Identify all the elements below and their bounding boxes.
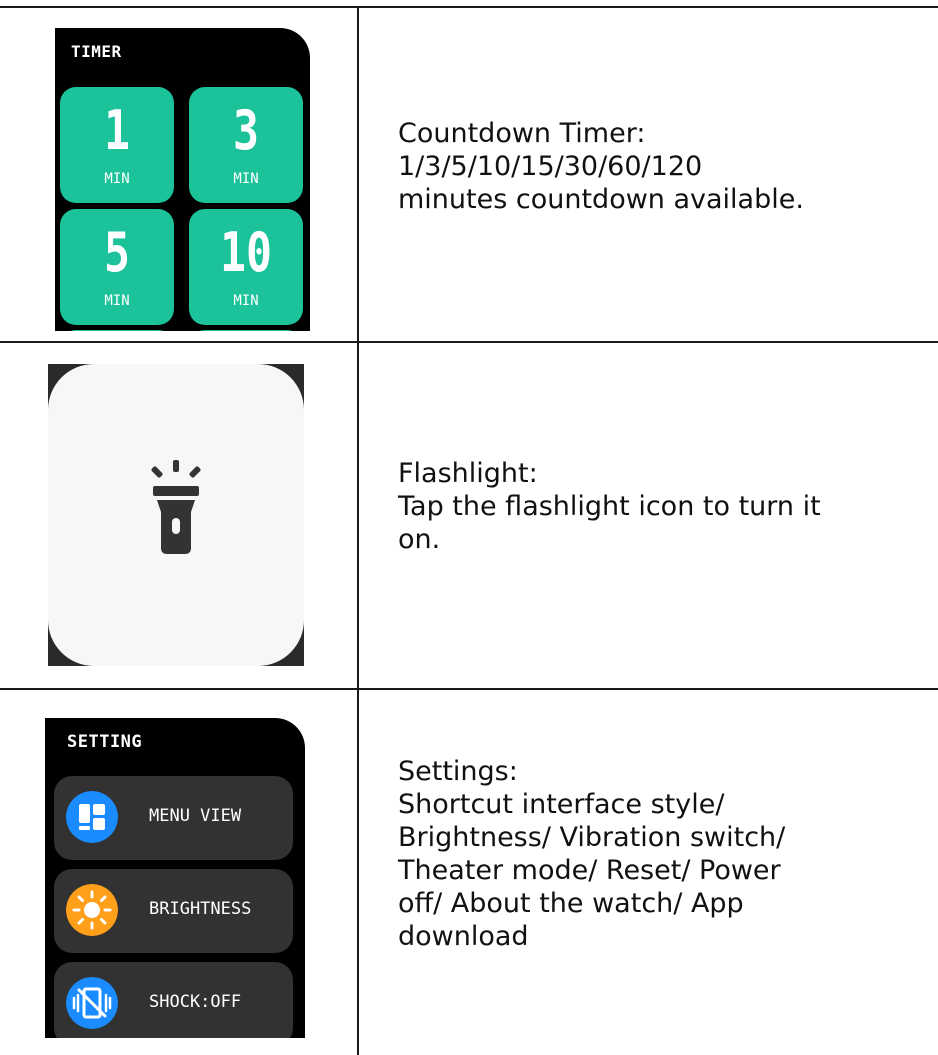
settings-description: Settings: Shortcut interface style/ Brig… xyxy=(398,755,785,953)
table-border-top xyxy=(0,6,938,8)
menu-view-icon xyxy=(66,791,118,843)
tile-unit: MIN xyxy=(104,293,130,309)
description-line: on. xyxy=(398,524,441,555)
table-divider xyxy=(0,688,938,690)
tile-unit: MIN xyxy=(104,171,130,187)
tile-value: 1 xyxy=(103,99,130,162)
timer-tile-3[interactable]: 3 MIN xyxy=(189,87,303,203)
table-divider xyxy=(0,341,938,343)
description-line: Settings: xyxy=(398,756,518,787)
description-line: Countdown Timer: xyxy=(398,118,646,149)
description-line: 1/3/5/10/15/30/60/120 xyxy=(398,151,703,182)
timer-screen: TIMER 1 MIN 3 MIN 5 MIN 10 MIN xyxy=(55,28,310,331)
flashlight-icon[interactable] xyxy=(146,456,206,556)
settings-item-brightness[interactable]: BRIGHTNESS xyxy=(54,869,293,953)
description-line: download xyxy=(398,921,529,952)
timer-tile-10[interactable]: 10 MIN xyxy=(189,209,303,325)
flashlight-description: Flashlight: Tap the flashlight icon to t… xyxy=(398,457,821,556)
column-divider xyxy=(357,6,359,1055)
timer-description: Countdown Timer: 1/3/5/10/15/30/60/120 m… xyxy=(398,117,804,216)
tile-value: 3 xyxy=(232,99,259,162)
description-line: minutes countdown available. xyxy=(398,184,804,215)
settings-item-label: SHOCK:OFF xyxy=(149,992,242,1012)
tile-unit: MIN xyxy=(233,293,259,309)
description-line: Theater mode/ Reset/ Power xyxy=(398,855,781,886)
settings-item-menu-view[interactable]: MENU VIEW xyxy=(54,776,293,860)
settings-screen: SETTING MENU VIEW BRIGHTNESS SHOCK:OFF xyxy=(45,718,305,1038)
timer-tile-partial xyxy=(60,330,174,331)
screen-title: SETTING xyxy=(67,732,143,752)
tile-unit: MIN xyxy=(233,171,259,187)
description-line: Brightness/ Vibration switch/ xyxy=(398,822,786,853)
description-line: Tap the flashlight icon to turn it xyxy=(398,491,821,522)
tile-value: 5 xyxy=(103,221,130,284)
timer-tile-1[interactable]: 1 MIN xyxy=(60,87,174,203)
settings-item-label: MENU VIEW xyxy=(149,806,242,826)
tile-value: 10 xyxy=(219,221,273,284)
vibration-off-icon xyxy=(66,977,118,1029)
timer-tile-partial xyxy=(189,330,303,331)
settings-item-shock[interactable]: SHOCK:OFF xyxy=(54,962,293,1038)
description-line: off/ About the watch/ App xyxy=(398,888,744,919)
brightness-icon xyxy=(66,884,118,936)
settings-item-label: BRIGHTNESS xyxy=(149,899,252,919)
description-line: Flashlight: xyxy=(398,458,538,489)
timer-tile-5[interactable]: 5 MIN xyxy=(60,209,174,325)
description-line: Shortcut interface style/ xyxy=(398,789,725,820)
screen-title: TIMER xyxy=(71,42,122,61)
